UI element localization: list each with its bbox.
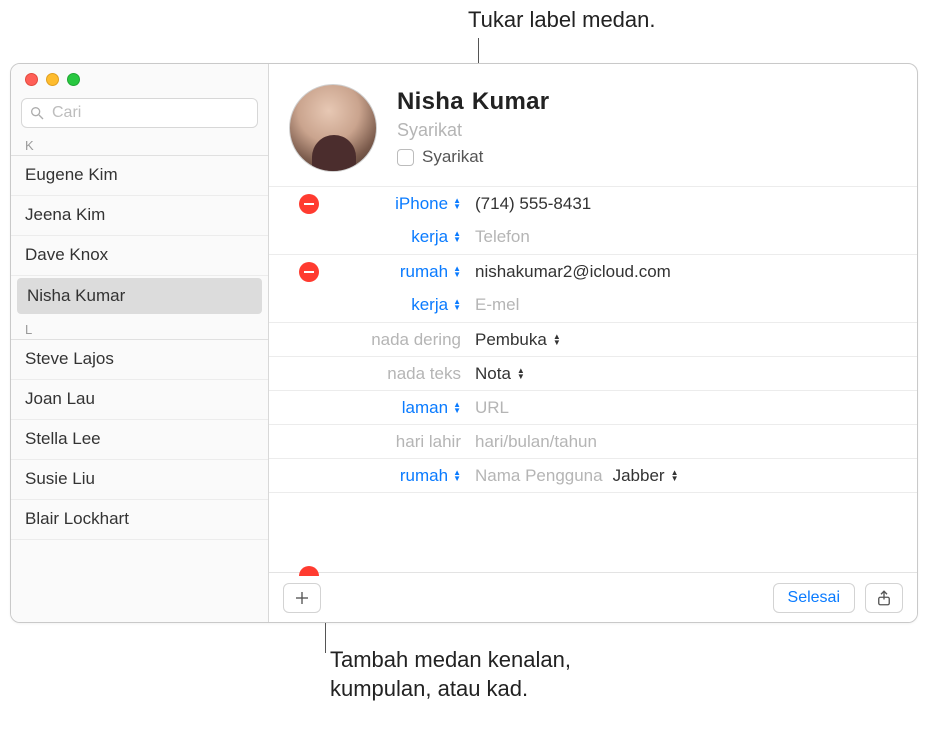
card-header: Nisha Kumar Syarikat Syarikat: [269, 78, 917, 186]
chevron-updown-icon: ▲▼: [453, 266, 461, 278]
email-label-work-text: kerja: [411, 295, 448, 315]
chevron-updown-icon: ▲▼: [671, 470, 679, 482]
chevron-updown-icon: ▲▼: [453, 231, 461, 243]
share-icon: [875, 589, 893, 607]
chevron-updown-icon: ▲▼: [453, 198, 461, 210]
list-item[interactable]: Jeena Kim: [11, 196, 268, 236]
section-header-k: K: [11, 132, 268, 156]
plus-icon: [293, 589, 311, 607]
list-item[interactable]: Stella Lee: [11, 420, 268, 460]
ringtone-label: nada dering: [369, 328, 463, 352]
chevron-updown-icon: ▲▼: [453, 402, 461, 414]
share-button[interactable]: [865, 583, 903, 613]
done-button[interactable]: Selesai: [773, 583, 855, 613]
email-home-value[interactable]: nishakumar2@icloud.com: [469, 256, 917, 288]
im-username-placeholder[interactable]: Nama Pengguna: [475, 466, 603, 486]
homepage-label-text: laman: [402, 398, 448, 418]
phone-iphone-value[interactable]: (714) 555-8431: [469, 188, 917, 220]
callout-change-label: Tukar label medan.: [468, 6, 656, 35]
contact-name[interactable]: Nisha Kumar: [397, 88, 557, 116]
callout-add-field: Tambah medan kenalan, kumpulan, atau kad…: [330, 646, 630, 703]
texttone-label: nada teks: [385, 362, 463, 386]
last-name[interactable]: Kumar: [472, 88, 550, 115]
search-icon: [29, 105, 45, 121]
list-item[interactable]: Dave Knox: [11, 236, 268, 276]
im-service-select[interactable]: Jabber ▲▼: [613, 466, 679, 486]
homepage-label[interactable]: laman ▲▼: [400, 396, 463, 420]
phone-label-iphone-text: iPhone: [395, 194, 448, 214]
company-checkbox-label: Syarikat: [422, 147, 483, 167]
email-label-home-text: rumah: [400, 262, 448, 282]
ringtone-select[interactable]: Pembuka ▲▼: [475, 330, 561, 350]
close-button[interactable]: [25, 73, 38, 86]
im-label-home[interactable]: rumah ▲▼: [398, 464, 463, 488]
list-item[interactable]: Steve Lajos: [11, 340, 268, 380]
im-service-value: Jabber: [613, 466, 665, 486]
birthday-placeholder[interactable]: hari/bulan/tahun: [469, 426, 917, 458]
list-item[interactable]: Blair Lockhart: [11, 500, 268, 540]
detail-pane: Nisha Kumar Syarikat Syarikat: [269, 64, 917, 622]
list-item[interactable]: Joan Lau: [11, 380, 268, 420]
homepage-placeholder[interactable]: URL: [469, 392, 917, 424]
company-placeholder[interactable]: Syarikat: [397, 120, 557, 141]
list-item[interactable]: Susie Liu: [11, 460, 268, 500]
section-header-l: L: [11, 316, 268, 340]
company-checkbox[interactable]: [397, 149, 414, 166]
remove-email-button[interactable]: [299, 262, 319, 282]
first-name[interactable]: Nisha: [397, 88, 464, 115]
ringtone-value: Pembuka: [475, 330, 547, 350]
fullscreen-button[interactable]: [67, 73, 80, 86]
email-label-work[interactable]: kerja ▲▼: [409, 293, 463, 317]
chevron-updown-icon: ▲▼: [453, 470, 461, 482]
phone-label-iphone[interactable]: iPhone ▲▼: [393, 192, 463, 216]
search-input[interactable]: [21, 98, 258, 128]
phone-label-work[interactable]: kerja ▲▼: [409, 225, 463, 249]
avatar[interactable]: [289, 84, 377, 172]
chevron-updown-icon: ▲▼: [453, 299, 461, 311]
detail-footer: Selesai: [269, 572, 917, 622]
contacts-window: K Eugene Kim Jeena Kim Dave Knox Nisha K…: [10, 63, 918, 623]
contact-list: K Eugene Kim Jeena Kim Dave Knox Nisha K…: [11, 132, 268, 540]
list-item[interactable]: Eugene Kim: [11, 156, 268, 196]
phone-label-work-text: kerja: [411, 227, 448, 247]
sidebar: K Eugene Kim Jeena Kim Dave Knox Nisha K…: [11, 64, 269, 622]
search-wrap: [21, 98, 258, 128]
email-work-placeholder[interactable]: E-mel: [469, 289, 917, 321]
chevron-updown-icon: ▲▼: [517, 368, 525, 380]
remove-phone-button[interactable]: [299, 194, 319, 214]
phone-work-placeholder[interactable]: Telefon: [469, 221, 917, 253]
im-label-home-text: rumah: [400, 466, 448, 486]
minimize-button[interactable]: [46, 73, 59, 86]
list-item-selected[interactable]: Nisha Kumar: [17, 278, 262, 314]
email-label-home[interactable]: rumah ▲▼: [398, 260, 463, 284]
birthday-label: hari lahir: [394, 430, 463, 454]
fields: iPhone ▲▼ (714) 555-8431 kerja ▲▼: [269, 186, 917, 526]
texttone-select[interactable]: Nota ▲▼: [475, 364, 525, 384]
window-controls: [11, 64, 268, 86]
add-field-button[interactable]: [283, 583, 321, 613]
chevron-updown-icon: ▲▼: [553, 334, 561, 346]
texttone-value: Nota: [475, 364, 511, 384]
